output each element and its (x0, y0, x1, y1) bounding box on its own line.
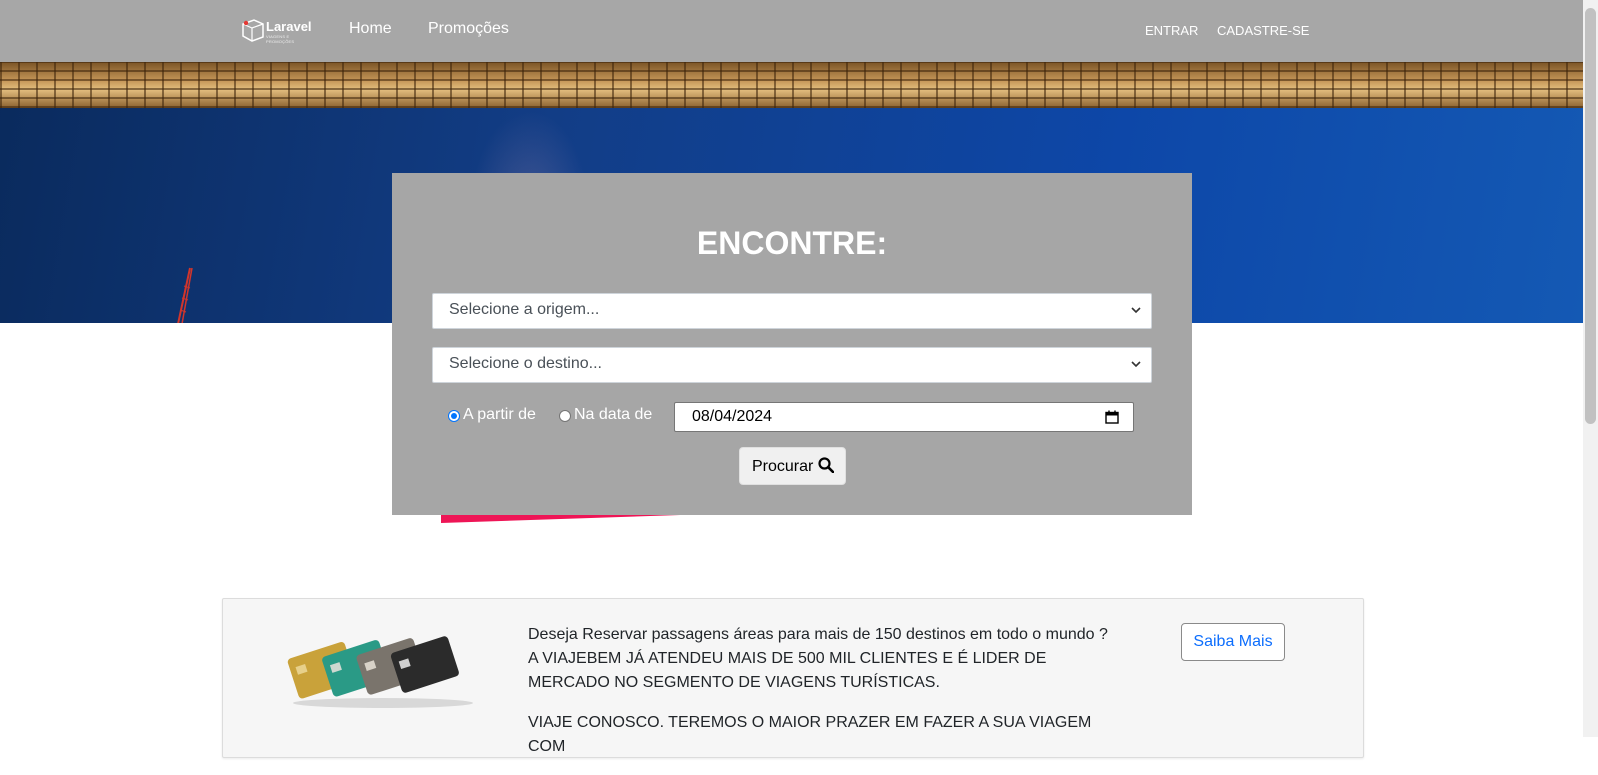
page-scrollbar[interactable] (1583, 0, 1598, 737)
nav-promocoes-link[interactable]: Promoções (428, 20, 509, 38)
radio-from-date-label[interactable]: A partir de (463, 406, 536, 424)
origin-select-value: Selecione a origem... (449, 301, 600, 318)
scrollbar-thumb[interactable] (1585, 8, 1596, 424)
logo-subtitle: VIAGENS E PROMOÇÕES (266, 34, 295, 44)
search-card: ENCONTRE: Selecione a origem... Selecion… (392, 173, 1192, 515)
destination-select[interactable]: Selecione o destino... (432, 347, 1152, 383)
hero-cobblestone-pattern (0, 62, 1583, 108)
nav-home-link[interactable]: Home (349, 20, 392, 38)
search-title: ENCONTRE: (696, 225, 888, 261)
crane-image (177, 267, 193, 323)
promo-line-3: VIAJE CONOSCO. TEREMOS O MAIOR PRAZER EM… (528, 714, 1092, 755)
chevron-down-icon (1131, 307, 1141, 314)
login-link[interactable]: ENTRAR (1145, 23, 1198, 38)
promo-line-1: Deseja Reservar passagens áreas para mai… (528, 626, 1108, 643)
saiba-mais-button[interactable]: Saiba Mais (1181, 623, 1285, 661)
chevron-down-icon (1131, 361, 1141, 368)
calendar-icon[interactable] (1105, 410, 1119, 424)
search-button[interactable]: Procurar (739, 447, 846, 485)
promo-text: Deseja Reservar passagens áreas para mai… (528, 623, 1128, 775)
navbar: Laravel VIAGENS E PROMOÇÕES Home Promoçõ… (0, 0, 1583, 62)
date-input[interactable]: 08/04/2024 (674, 402, 1134, 432)
logo-text: Laravel (266, 19, 312, 34)
date-input-value: 08/04/2024 (692, 408, 773, 425)
search-icon (818, 457, 835, 474)
radio-on-date-label[interactable]: Na data de (574, 406, 652, 424)
destination-select-value: Selecione o destino... (449, 355, 602, 372)
credit-cards-image (287, 636, 473, 708)
radio-from-date[interactable] (448, 410, 460, 422)
promo-box: Deseja Reservar passagens áreas para mai… (222, 598, 1364, 758)
promo-line-2: A VIAJEBEM JÁ ATENDEU MAIS DE 500 MIL CL… (528, 650, 1047, 691)
signup-link[interactable]: CADASTRE-SE (1217, 23, 1309, 38)
search-button-label: Procurar (752, 458, 814, 475)
logo[interactable]: Laravel VIAGENS E PROMOÇÕES (240, 16, 312, 44)
radio-on-date[interactable] (559, 410, 571, 422)
origin-select[interactable]: Selecione a origem... (432, 293, 1152, 329)
laravel-logo-icon (242, 19, 264, 42)
